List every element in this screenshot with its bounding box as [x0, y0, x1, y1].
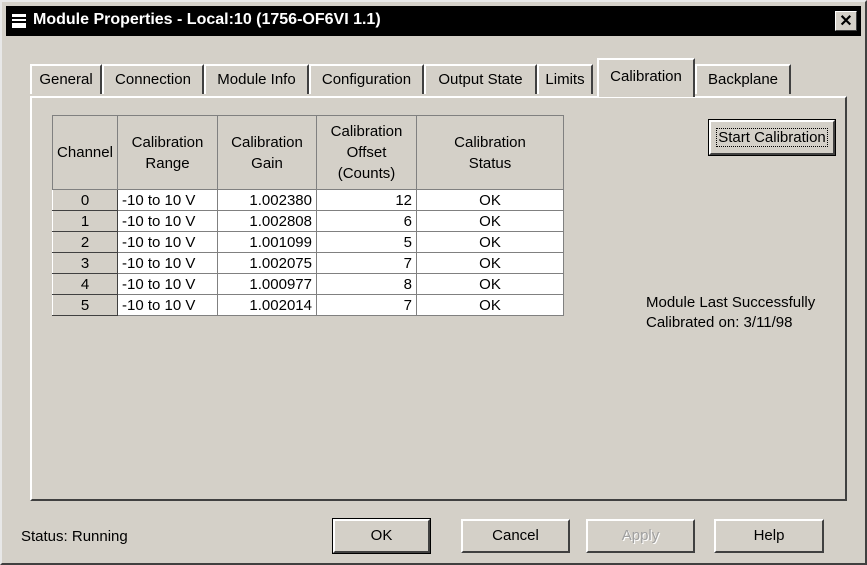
header-calibration-range: Calibration Range: [117, 115, 218, 190]
offset-cell[interactable]: 5: [316, 231, 417, 253]
channel-cell[interactable]: 1: [52, 210, 118, 232]
header-channel: Channel: [52, 115, 118, 190]
offset-cell[interactable]: 7: [316, 252, 417, 274]
start-calibration-label: Start Calibration: [716, 128, 828, 147]
last-calibration-line2: Calibrated on: 3/11/98: [646, 314, 793, 331]
apply-label: Apply: [621, 527, 660, 544]
table-row[interactable]: 5 -10 to 10 V 1.002014 7 OK: [52, 294, 564, 316]
tab-backplane[interactable]: Backplane: [695, 64, 791, 94]
offset-cell[interactable]: 12: [316, 189, 417, 211]
header-calibration-status: Calibration Status: [416, 115, 564, 190]
table-header-row: Channel Calibration Range Calibration Gain…: [52, 115, 564, 190]
offset-cell[interactable]: 7: [316, 294, 417, 316]
tab-limits[interactable]: Limits: [537, 64, 593, 94]
close-button[interactable]: ✕: [835, 11, 857, 31]
range-cell[interactable]: -10 to 10 V: [117, 210, 218, 232]
tab-general[interactable]: General: [30, 64, 102, 94]
tab-module-info[interactable]: Module Info: [204, 64, 309, 94]
start-calibration-button[interactable]: Start Calibration: [708, 119, 836, 156]
channel-cell[interactable]: 2: [52, 231, 118, 253]
ok-label: OK: [370, 527, 393, 544]
range-cell[interactable]: -10 to 10 V: [117, 273, 218, 295]
title-bar[interactable]: Module Properties - Local:10 (1756-OF6VI…: [6, 6, 861, 36]
gain-cell[interactable]: 1.002380: [217, 189, 317, 211]
help-label: Help: [753, 527, 785, 544]
table-row[interactable]: 0 -10 to 10 V 1.002380 12 OK: [52, 189, 564, 211]
status-cell[interactable]: OK: [416, 231, 564, 253]
channel-cell[interactable]: 0: [52, 189, 118, 211]
status-text: Status: Running: [21, 528, 128, 545]
header-calibration-gain: Calibration Gain: [217, 115, 317, 190]
tab-connection[interactable]: Connection: [102, 64, 204, 94]
gain-cell[interactable]: 1.002075: [217, 252, 317, 274]
header-calibration-offset: Calibration Offset (Counts): [316, 115, 417, 190]
status-cell[interactable]: OK: [416, 189, 564, 211]
last-calibration-line1: Module Last Successfully: [646, 294, 816, 311]
tab-configuration[interactable]: Configuration: [309, 64, 424, 94]
calibration-table: Channel Calibration Range Calibration Gain…: [52, 115, 564, 316]
offset-cell[interactable]: 8: [316, 273, 417, 295]
gain-cell[interactable]: 1.002808: [217, 210, 317, 232]
table-row[interactable]: 4 -10 to 10 V 1.000977 8 OK: [52, 273, 564, 295]
channel-cell[interactable]: 4: [52, 273, 118, 295]
window-title: Module Properties - Local:10 (1756-OF6VI…: [33, 11, 381, 28]
status-cell[interactable]: OK: [416, 210, 564, 232]
range-cell[interactable]: -10 to 10 V: [117, 252, 218, 274]
status-cell[interactable]: OK: [416, 273, 564, 295]
help-button[interactable]: Help: [714, 519, 824, 553]
gain-cell[interactable]: 1.001099: [217, 231, 317, 253]
gain-cell[interactable]: 1.002014: [217, 294, 317, 316]
cancel-button[interactable]: Cancel: [461, 519, 570, 553]
table-row[interactable]: 2 -10 to 10 V 1.001099 5 OK: [52, 231, 564, 253]
channel-cell[interactable]: 3: [52, 252, 118, 274]
range-cell[interactable]: -10 to 10 V: [117, 231, 218, 253]
window-menu-icon[interactable]: [12, 14, 26, 28]
range-cell[interactable]: -10 to 10 V: [117, 294, 218, 316]
cancel-label: Cancel: [492, 527, 539, 544]
tab-output-state[interactable]: Output State: [424, 64, 537, 94]
last-calibration-info: Module Last Successfully Calibrated on: …: [646, 293, 846, 333]
status-cell[interactable]: OK: [416, 294, 564, 316]
status-cell[interactable]: OK: [416, 252, 564, 274]
tab-calibration[interactable]: Calibration: [597, 58, 695, 97]
table-row[interactable]: 1 -10 to 10 V 1.002808 6 OK: [52, 210, 564, 232]
apply-button[interactable]: Apply: [586, 519, 695, 553]
channel-cell[interactable]: 5: [52, 294, 118, 316]
ok-button[interactable]: OK: [332, 518, 431, 554]
offset-cell[interactable]: 6: [316, 210, 417, 232]
gain-cell[interactable]: 1.000977: [217, 273, 317, 295]
range-cell[interactable]: -10 to 10 V: [117, 189, 218, 211]
table-row[interactable]: 3 -10 to 10 V 1.002075 7 OK: [52, 252, 564, 274]
